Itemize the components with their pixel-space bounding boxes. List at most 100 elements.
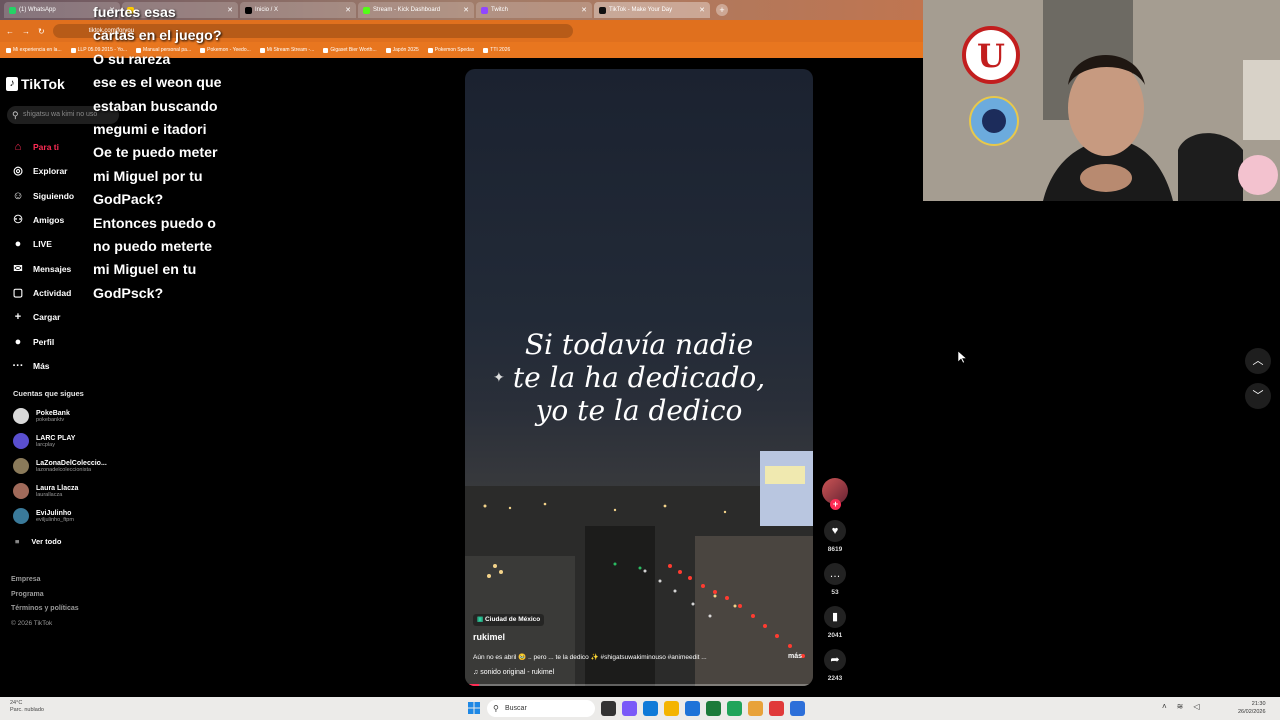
sidebar-item-label: Siguiendo bbox=[33, 190, 75, 201]
tray-chevron-icon[interactable]: ˄ bbox=[1162, 702, 1167, 711]
system-clock[interactable]: 21:30 26/02/2026 bbox=[1238, 700, 1266, 716]
tiktok-logo-text: TikTok bbox=[21, 76, 65, 92]
forward-icon[interactable]: → bbox=[22, 27, 30, 36]
following-icon: ☺ bbox=[12, 189, 24, 202]
creator-avatar[interactable]: + bbox=[822, 478, 848, 510]
copyright: © 2026 TikTok bbox=[11, 619, 53, 627]
taskbar-app-icon[interactable] bbox=[622, 701, 637, 716]
close-icon[interactable]: ✕ bbox=[699, 6, 705, 14]
system-tray: ˄ ≋ ◁ bbox=[1162, 702, 1200, 711]
previous-video-button[interactable]: ︿ bbox=[1245, 348, 1271, 374]
taskbar-app-icon[interactable] bbox=[685, 701, 700, 716]
taskbar-app-icon[interactable] bbox=[643, 701, 658, 716]
browser-tab[interactable]: TikTok - Make Your Day ✕ bbox=[594, 2, 710, 18]
chat-line: cartas en el juego? bbox=[93, 28, 222, 45]
following-account[interactable]: PokeBank pokebanktv bbox=[13, 405, 133, 427]
close-icon[interactable]: ✕ bbox=[463, 6, 469, 14]
new-tab-button[interactable]: + bbox=[716, 4, 728, 16]
screen: (1) WhatsApp ✕ ✕ Inicio / X ✕ Stream - Kick D… bbox=[0, 0, 1280, 720]
bookmark-item[interactable]: TTI 2026 bbox=[483, 47, 510, 53]
bookmark-item[interactable]: Gigaset Bier Worth... bbox=[323, 47, 377, 53]
more-button[interactable]: más bbox=[788, 653, 802, 660]
chat-line: no puedo meterte bbox=[93, 239, 213, 256]
chat-line: mi Miguel en tu bbox=[93, 262, 197, 279]
taskbar-apps bbox=[601, 701, 805, 716]
bookmark-favicon-icon bbox=[323, 47, 329, 53]
bookmark-favicon-icon bbox=[483, 47, 489, 53]
following-account[interactable]: LaZonaDelColeccio... lazonadelcoleccionis… bbox=[13, 455, 133, 477]
close-icon[interactable]: ✕ bbox=[581, 6, 587, 14]
chevron-up-icon: ︿ bbox=[1252, 355, 1264, 367]
taskbar-app-icon[interactable] bbox=[664, 701, 679, 716]
comment-icon[interactable]: … bbox=[824, 563, 846, 585]
taskbar-app-icon[interactable] bbox=[769, 701, 784, 716]
live-icon: ● bbox=[14, 238, 22, 251]
chat-line: megumi e itadori bbox=[93, 122, 207, 139]
weather-widget[interactable]: 24°C Parc. nublado bbox=[10, 700, 44, 714]
windows-start-icon[interactable] bbox=[468, 702, 480, 714]
bookmark-item[interactable]: Mi experiencia en la... bbox=[6, 47, 62, 53]
sound-link[interactable]: ♫ sonido original - rukimel bbox=[473, 669, 554, 676]
browser-tab[interactable]: Inicio / X ✕ bbox=[240, 2, 356, 18]
account-name: Laura Llacza bbox=[36, 484, 79, 492]
bookmark-favicon-icon bbox=[427, 47, 433, 53]
tiktok-logo[interactable]: ♪ TikTok bbox=[6, 76, 65, 92]
account-name: LaZonaDelColeccio... bbox=[36, 459, 107, 467]
friends-icon: ⚇ bbox=[13, 214, 23, 227]
footer-link-company[interactable]: Empresa bbox=[11, 573, 79, 588]
bookmark-item[interactable]: Mi Stream Stream -... bbox=[259, 47, 314, 53]
more-icon: ··· bbox=[12, 359, 24, 372]
back-icon[interactable]: ← bbox=[6, 27, 14, 36]
sound-label: sonido original - rukimel bbox=[480, 669, 555, 676]
account-name: LARC PLAY bbox=[36, 434, 76, 442]
taskbar-app-icon[interactable] bbox=[748, 701, 763, 716]
next-video-button[interactable]: ﹀ bbox=[1245, 383, 1271, 409]
taskbar-app-icon[interactable] bbox=[706, 701, 721, 716]
taskbar-app-icon[interactable] bbox=[727, 701, 742, 716]
messages-icon: ✉ bbox=[13, 262, 23, 275]
bookmark-label: Japón 2025 bbox=[392, 47, 419, 53]
caption-line: te la ha dedicado, bbox=[512, 361, 766, 394]
following-account[interactable]: EviJulinho eviljulinho_ftpm bbox=[13, 505, 133, 527]
location-pin-icon: ▣ bbox=[477, 616, 484, 623]
music-note-icon: ♫ bbox=[473, 669, 479, 676]
follow-plus-icon[interactable]: + bbox=[830, 499, 841, 510]
sidebar-item-label: Actividad bbox=[33, 287, 72, 298]
share-icon[interactable]: ➦ bbox=[824, 649, 846, 671]
compass-icon: ◎ bbox=[13, 165, 23, 178]
video-progress-bar[interactable] bbox=[465, 684, 813, 686]
bookmark-item[interactable]: Pokemon Spedas bbox=[427, 47, 475, 53]
following-account[interactable]: Laura Llacza laurallacza bbox=[13, 480, 133, 502]
bookmark-label: TTI 2026 bbox=[490, 47, 511, 53]
stream-chat-overlay: fuertes esas cartas en el juego? O su rare… bbox=[93, 2, 243, 306]
volume-icon[interactable]: ◁ bbox=[1193, 702, 1199, 711]
avatar bbox=[13, 408, 29, 424]
bookmark-label: Pokemon Spedas bbox=[434, 47, 475, 53]
bookmark-icon[interactable]: ▮ bbox=[824, 606, 846, 628]
like-icon[interactable]: ♥ bbox=[824, 520, 846, 542]
browser-tab[interactable]: Stream - Kick Dashboard ✕ bbox=[358, 2, 474, 18]
footer-link-program[interactable]: Programa bbox=[11, 588, 79, 603]
reload-icon[interactable]: ↻ bbox=[38, 27, 45, 36]
video-player[interactable]: ✦ Si todavía nadie te la ha dedicado, yo… bbox=[465, 69, 813, 686]
close-icon[interactable]: ✕ bbox=[345, 6, 351, 14]
browser-tab[interactable]: Twitch ✕ bbox=[476, 2, 592, 18]
footer-link-terms[interactable]: Términos y políticas bbox=[11, 602, 79, 617]
tab-label: (1) WhatsApp bbox=[19, 7, 56, 13]
taskbar-app-icon[interactable] bbox=[790, 701, 805, 716]
wifi-icon[interactable]: ≋ bbox=[1177, 702, 1184, 711]
chat-line: ese es el weon que bbox=[93, 75, 222, 92]
sidebar-item-upload[interactable]: + Cargar bbox=[11, 305, 111, 329]
see-all-link[interactable]: ≡ Ver todo bbox=[15, 537, 61, 546]
bookmark-item[interactable]: Japón 2025 bbox=[385, 47, 419, 53]
video-author[interactable]: rukimel bbox=[473, 632, 505, 642]
sidebar-item-label: Amigos bbox=[33, 215, 65, 226]
following-account[interactable]: LARC PLAY larcplay bbox=[13, 430, 133, 452]
sidebar-item-more[interactable]: ··· Más bbox=[11, 354, 111, 378]
location-tag[interactable]: ▣ Ciudad de México bbox=[473, 614, 545, 626]
sidebar-item-profile[interactable]: ● Perfil bbox=[11, 329, 111, 353]
video-caption: Si todavía nadie te la ha dedicado, yo t… bbox=[465, 328, 813, 427]
taskbar-app-icon[interactable] bbox=[601, 701, 616, 716]
taskbar-search-input[interactable]: ⚲ Buscar bbox=[487, 700, 595, 717]
chat-line: estaban buscando bbox=[93, 98, 218, 115]
